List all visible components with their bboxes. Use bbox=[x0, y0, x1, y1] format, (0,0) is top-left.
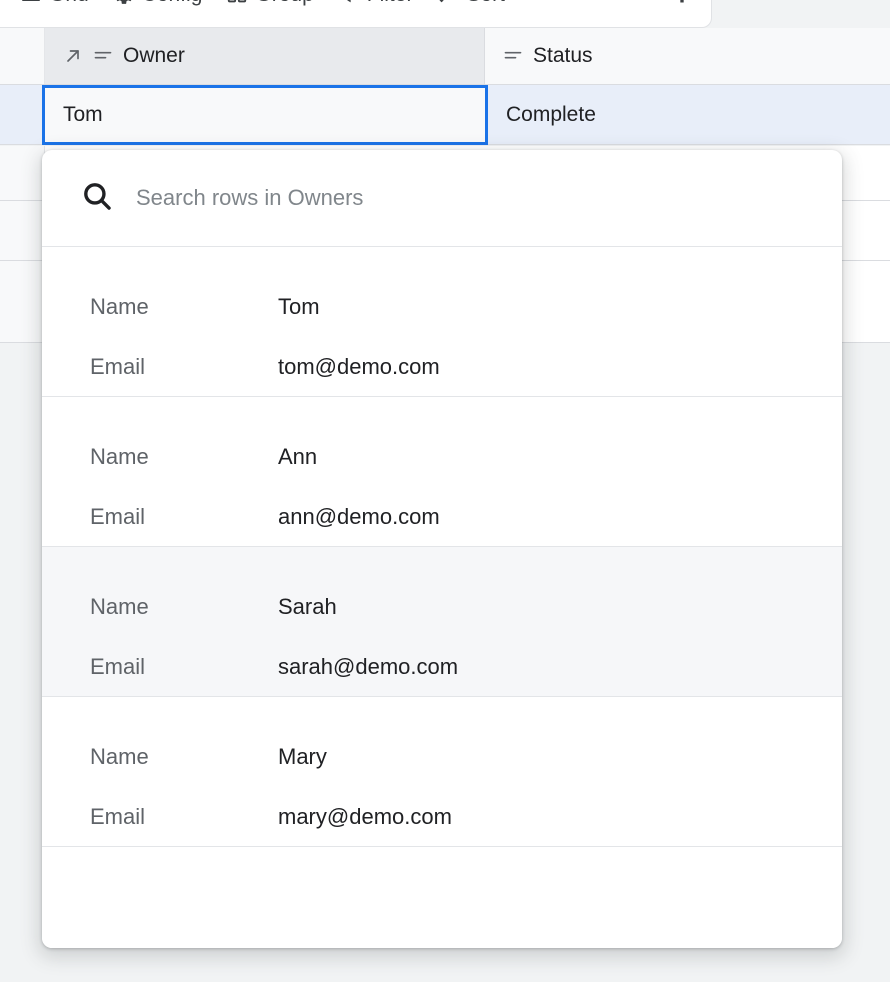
list-item[interactable]: Name Mary Email mary@demo.com bbox=[42, 697, 842, 847]
text-lines-icon bbox=[503, 46, 523, 66]
toolbar-label-group: Group bbox=[255, 0, 313, 7]
grid-header-gutter bbox=[0, 28, 45, 84]
record-field-label-email: Email bbox=[90, 654, 278, 680]
record-field-email: Email mary@demo.com bbox=[90, 787, 794, 847]
row-gutter bbox=[0, 85, 42, 144]
pin-up-arrow-icon[interactable] bbox=[667, 0, 697, 10]
toolbar-label-grid: Grid bbox=[49, 0, 89, 7]
cell-status-value: Complete bbox=[506, 103, 596, 127]
search-bar[interactable] bbox=[42, 150, 842, 247]
row-gutter bbox=[0, 201, 45, 260]
record-field-name: Name Sarah bbox=[90, 577, 794, 637]
record-field-label-email: Email bbox=[90, 804, 278, 830]
view-toolbar: Grid Config Group Filter Sort bbox=[0, 0, 712, 28]
list-item[interactable]: Name Tom Email tom@demo.com bbox=[42, 247, 842, 397]
list-item[interactable]: Name Ann Email ann@demo.com bbox=[42, 397, 842, 547]
cell-owner-selected[interactable]: Tom bbox=[42, 85, 488, 145]
record-field-value-email: tom@demo.com bbox=[278, 354, 440, 380]
popup-footer bbox=[42, 847, 842, 948]
gear-icon bbox=[113, 0, 135, 6]
record-field-email: Email sarah@demo.com bbox=[90, 637, 794, 697]
sort-icon bbox=[437, 0, 459, 6]
record-field-value-email: ann@demo.com bbox=[278, 504, 440, 530]
record-field-label-name: Name bbox=[90, 594, 278, 620]
row-gutter bbox=[0, 146, 45, 200]
row-gutter bbox=[0, 261, 45, 342]
column-header-status[interactable]: Status bbox=[485, 28, 890, 84]
list-item[interactable]: Name Sarah Email sarah@demo.com bbox=[42, 547, 842, 697]
column-header-owner[interactable]: Owner bbox=[45, 28, 485, 84]
record-field-value-name: Tom bbox=[278, 294, 320, 320]
record-field-label-email: Email bbox=[90, 504, 278, 530]
grid-lines-icon bbox=[20, 0, 42, 6]
search-input[interactable] bbox=[136, 185, 804, 211]
record-field-label-name: Name bbox=[90, 444, 278, 470]
column-header-status-label: Status bbox=[533, 44, 593, 68]
column-header-owner-label: Owner bbox=[123, 44, 185, 68]
filter-icon bbox=[338, 0, 360, 6]
toolbar-label-filter: Filter bbox=[367, 0, 414, 7]
record-field-label-name: Name bbox=[90, 744, 278, 770]
search-icon bbox=[80, 179, 114, 218]
group-icon bbox=[226, 0, 248, 6]
record-field-name: Name Tom bbox=[90, 277, 794, 337]
record-field-value-name: Sarah bbox=[278, 594, 337, 620]
toolbar-button-filter[interactable]: Filter bbox=[326, 0, 426, 13]
toolbar-button-sort[interactable]: Sort bbox=[425, 0, 517, 13]
toolbar-button-config[interactable]: Config bbox=[101, 0, 215, 13]
record-field-email: Email ann@demo.com bbox=[90, 487, 794, 547]
toolbar-button-group[interactable]: Group bbox=[214, 0, 325, 13]
grid-header-row: Owner Status bbox=[0, 28, 890, 85]
record-field-label-name: Name bbox=[90, 294, 278, 320]
record-field-name: Name Ann bbox=[90, 427, 794, 487]
record-field-label-email: Email bbox=[90, 354, 278, 380]
record-field-email: Email tom@demo.com bbox=[90, 337, 794, 397]
record-field-value-name: Mary bbox=[278, 744, 327, 770]
cell-owner-value: Tom bbox=[63, 103, 103, 127]
record-field-value-email: mary@demo.com bbox=[278, 804, 452, 830]
record-field-name: Name Mary bbox=[90, 727, 794, 787]
text-lines-icon bbox=[93, 46, 113, 66]
record-field-value-name: Ann bbox=[278, 444, 317, 470]
toolbar-label-sort: Sort bbox=[466, 0, 505, 7]
toolbar-label-config: Config bbox=[142, 0, 203, 7]
cell-status[interactable]: Complete bbox=[488, 85, 890, 144]
toolbar-button-grid[interactable]: Grid bbox=[8, 0, 101, 13]
table-row-selected[interactable]: Tom Complete bbox=[0, 85, 890, 145]
record-field-value-email: sarah@demo.com bbox=[278, 654, 458, 680]
record-picker-popup: Name Tom Email tom@demo.com Name Ann Ema… bbox=[42, 150, 842, 948]
link-arrow-icon bbox=[63, 46, 83, 66]
